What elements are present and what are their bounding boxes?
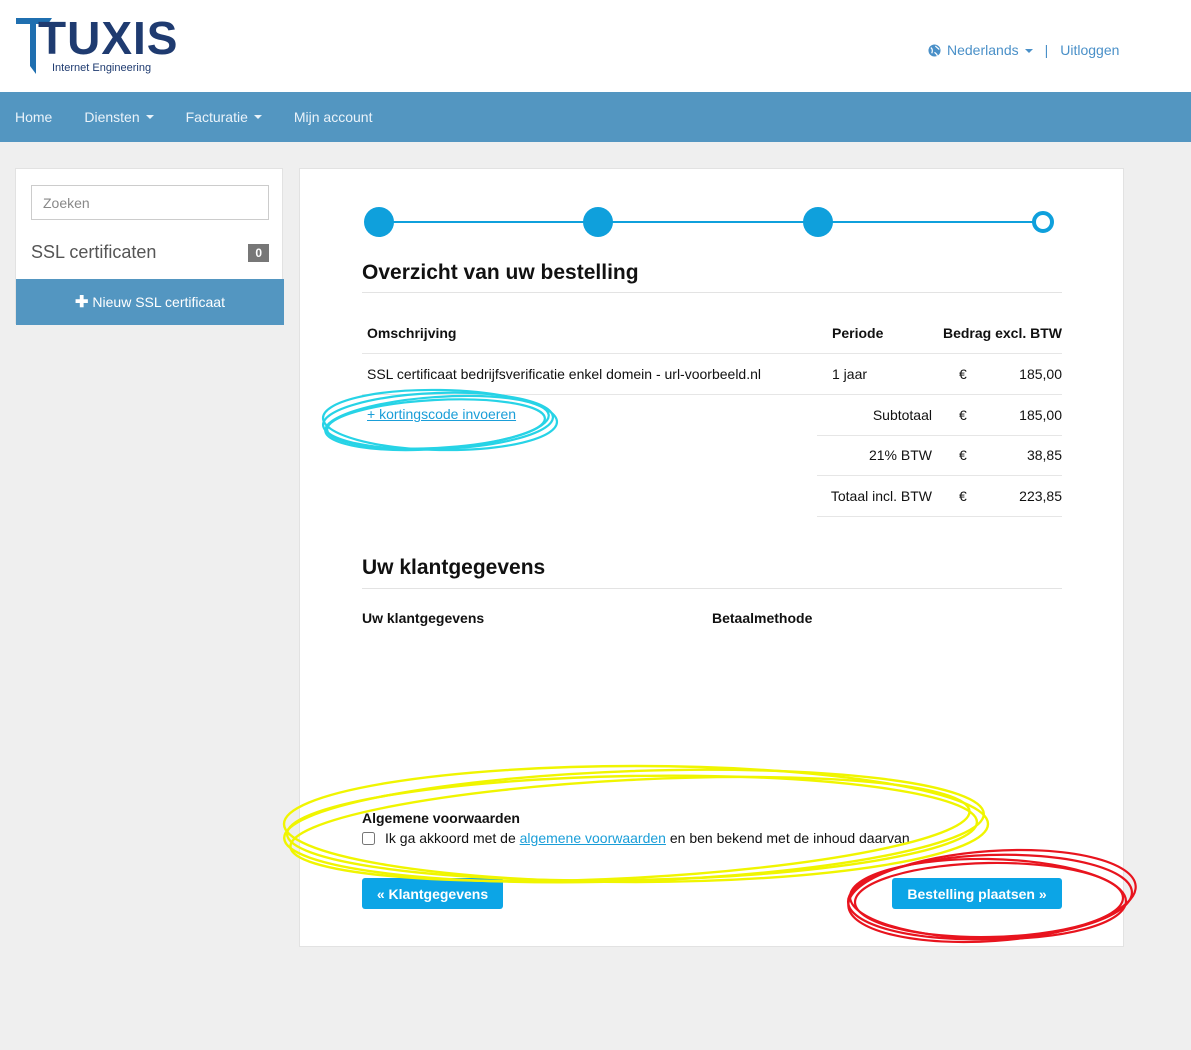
nav-facturatie-label: Facturatie (185, 109, 248, 125)
topbar-right: Nederlands | Uitloggen (928, 42, 1119, 58)
payment-method-heading: Betaalmethode (712, 610, 813, 626)
terms-prefix: Ik ga akkoord met de (385, 830, 516, 846)
subtotal-currency: € (959, 407, 967, 423)
language-label: Nederlands (947, 42, 1019, 58)
step-2 (583, 207, 613, 237)
step-4 (1032, 211, 1054, 233)
back-to-customer-button[interactable]: « Klantgegevens (362, 878, 503, 909)
row-divider (362, 353, 1062, 354)
step-1 (364, 207, 394, 237)
divider (362, 292, 1062, 293)
vat-currency: € (959, 447, 967, 463)
total-label: Totaal incl. BTW (830, 488, 932, 504)
order-title: Overzicht van uw bestelling (362, 261, 639, 284)
row-divider (817, 516, 1062, 517)
total-currency: € (959, 488, 967, 504)
item-period: 1 jaar (832, 366, 868, 382)
nav-home-label: Home (15, 109, 53, 125)
terms-row: Ik ga akkoord met de algemene voorwaarde… (362, 830, 914, 846)
col-description: Omschrijving (367, 325, 457, 341)
vat-amount: 38,85 (1026, 447, 1062, 463)
terms-link[interactable]: algemene voorwaarden (520, 830, 666, 846)
total-amount: 223,85 (1019, 488, 1062, 504)
sidebar-item-label: SSL certificaten (31, 242, 157, 262)
separator: | (1044, 42, 1049, 58)
main-panel: Overzicht van uw bestelling Omschrijving… (299, 168, 1124, 947)
chevron-down-icon (1024, 49, 1033, 54)
row-divider (817, 435, 1062, 436)
row-divider (362, 394, 1062, 395)
terms-suffix: en ben bekend met de inhoud daarvan. (669, 830, 914, 846)
nav-home[interactable]: Home (0, 109, 67, 125)
chevron-down-icon (253, 115, 262, 119)
discount-code-link[interactable]: + kortingscode invoeren (367, 406, 516, 422)
subtotal-amount: 185,00 (1019, 407, 1062, 423)
step-3 (803, 207, 833, 237)
row-divider (817, 475, 1062, 476)
nav-mijn-account[interactable]: Mijn account (279, 109, 388, 125)
terms-checkbox[interactable] (362, 831, 375, 845)
nav-diensten[interactable]: Diensten (69, 109, 168, 125)
col-amount: Bedrag excl. BTW (942, 325, 1062, 341)
customer-details-heading: Uw klantgegevens (362, 610, 485, 626)
logout-link[interactable]: Uitloggen (1060, 42, 1119, 58)
logo-wordmark: TUXIS (38, 12, 179, 64)
progress-steps (362, 207, 1057, 237)
language-select[interactable]: Nederlands (947, 42, 1033, 58)
header: TUXIS Internet Engineering Nederlands | … (0, 0, 1191, 92)
count-badge: 0 (248, 243, 269, 262)
globe-icon (928, 43, 941, 57)
new-ssl-button[interactable]: ✚ Nieuw SSL certificaat (16, 279, 284, 325)
item-description: SSL certificaat bedrijfsverificatie enke… (367, 366, 761, 382)
chevron-down-icon (145, 115, 154, 119)
new-ssl-button-label: Nieuw SSL certificaat (92, 294, 225, 310)
nav-facturatie[interactable]: Facturatie (171, 109, 277, 125)
logo-tagline: Internet Engineering (52, 62, 152, 74)
tuxis-logo[interactable]: TUXIS Internet Engineering (14, 12, 177, 78)
subtotal-label: Subtotaal (872, 407, 932, 423)
sidebar-item-ssl[interactable]: SSL certificaten 0 (31, 242, 269, 263)
plus-icon: ✚ (75, 294, 89, 311)
progress-line (378, 221, 1042, 223)
place-order-button[interactable]: Bestelling plaatsen » (892, 878, 1062, 909)
search-input[interactable] (31, 185, 269, 220)
nav-diensten-label: Diensten (84, 109, 140, 125)
customer-title: Uw klantgegevens (362, 556, 546, 579)
item-currency: € (959, 366, 967, 382)
main-navbar: Home Diensten Facturatie Mijn account (0, 92, 1191, 142)
item-amount: 185,00 (1019, 366, 1062, 382)
divider (362, 588, 1062, 589)
sidebar: SSL certificaten 0 ✚ Nieuw SSL certifica… (15, 168, 284, 325)
terms-title: Algemene voorwaarden (362, 810, 520, 826)
nav-mijn-account-label: Mijn account (293, 109, 373, 125)
vat-label: 21% BTW (868, 447, 932, 463)
